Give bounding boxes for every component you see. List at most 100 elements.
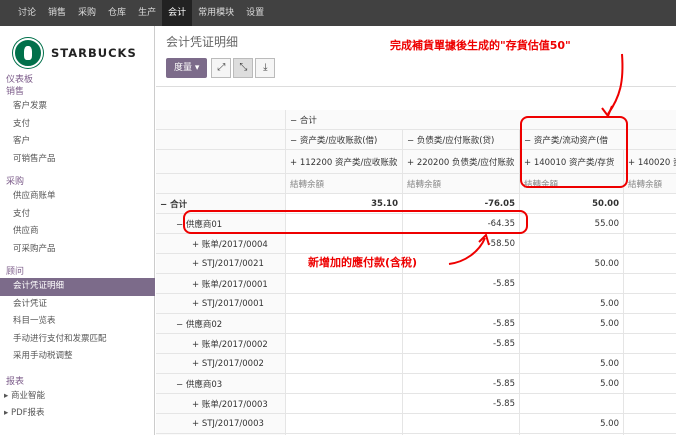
sidebar-reports-title: 报表 bbox=[6, 377, 25, 387]
pivot-row-label[interactable]: + STJ/2017/0002 bbox=[156, 354, 285, 373]
pivot-corner bbox=[156, 130, 285, 149]
pivot-value-cell bbox=[285, 314, 402, 333]
pivot-value-cell bbox=[285, 274, 402, 293]
pivot-value-cell bbox=[623, 294, 676, 313]
pivot-value-cell bbox=[623, 194, 676, 213]
sidebar-section: 销售 客户发票 支付 客户 可销售产品 bbox=[0, 87, 155, 168]
annotation-arrow-top bbox=[601, 53, 624, 119]
brand-name: STARBUCKS bbox=[51, 46, 137, 60]
pivot-row-label[interactable]: + STJ/2017/0003 bbox=[156, 414, 285, 433]
topnav-item[interactable]: 采购 bbox=[72, 0, 102, 26]
sidebar-section-title: 采购 bbox=[6, 177, 25, 187]
pivot-value-cell bbox=[402, 294, 519, 313]
sidebar-item[interactable]: 支付 bbox=[0, 206, 155, 224]
sidebar-item[interactable]: 可销售产品 bbox=[0, 151, 155, 169]
sidebar: STARBUCKS 仪表板 销售 客户发票 支付 客户 可销售产品 采购 供应商账单 支付 供应商… bbox=[0, 26, 155, 435]
pivot-value-cell: 5.00 bbox=[519, 314, 623, 333]
pivot-row: + 账单/2017/0001 -5.85 bbox=[156, 274, 676, 294]
pivot-header-measure: 結轉余額 bbox=[623, 174, 676, 193]
pivot-row-label[interactable]: − 供應商03 bbox=[156, 374, 285, 393]
pivot-value-cell bbox=[285, 294, 402, 313]
pivot-value-cell bbox=[519, 234, 623, 253]
pivot-corner bbox=[156, 110, 285, 129]
pivot-value-cell: -5.85 bbox=[402, 394, 519, 413]
measure-button[interactable]: 度量 ▾ bbox=[166, 58, 208, 78]
pivot-value-cell: 50.00 bbox=[519, 254, 623, 273]
pivot-header-measure: 結轉余額 bbox=[402, 174, 519, 193]
sidebar-section-title: 销售 bbox=[6, 87, 25, 97]
pivot-value-cell bbox=[623, 314, 676, 333]
sidebar-dashboard[interactable]: 仪表板 bbox=[0, 75, 155, 86]
topnav-item[interactable]: 仓库 bbox=[102, 0, 132, 26]
sidebar-item[interactable]: 科目一览表 bbox=[0, 313, 155, 331]
pivot-value-cell bbox=[623, 214, 676, 233]
pivot-row-label[interactable]: + STJ/2017/0001 bbox=[156, 294, 285, 313]
sidebar-item[interactable]: 客户发票 bbox=[0, 98, 155, 116]
sidebar-section: 仪表板 bbox=[0, 75, 155, 86]
collapse-icon[interactable]: ⤡ bbox=[233, 58, 254, 78]
pivot-row-label[interactable]: + 账单/2017/0002 bbox=[156, 334, 285, 353]
pivot-value-cell: -5.85 bbox=[402, 334, 519, 353]
sidebar-item[interactable]: 客户 bbox=[0, 133, 155, 151]
pivot-row: − 供應商02 -5.85 5.00 bbox=[156, 314, 676, 334]
sidebar-item[interactable]: 供应商 bbox=[0, 223, 155, 241]
pivot-value-cell bbox=[623, 254, 676, 273]
annotation-arrow-bottom bbox=[448, 233, 490, 265]
pivot-row-label[interactable]: + STJ/2017/0021 bbox=[156, 254, 285, 273]
topnav-item[interactable]: 销售 bbox=[42, 0, 72, 26]
pivot-corner bbox=[156, 174, 285, 193]
pivot-value-cell bbox=[519, 334, 623, 353]
pivot-value-cell bbox=[285, 374, 402, 393]
download-icon[interactable]: ⤓ bbox=[255, 58, 276, 78]
pivot-row: + STJ/2017/0003 5.00 bbox=[156, 414, 676, 434]
pivot-header-group[interactable]: − 资产类/应收账款(借) bbox=[285, 130, 402, 149]
topnav-item[interactable]: 会计 bbox=[162, 0, 193, 26]
pivot-row-label[interactable]: + 账单/2017/0001 bbox=[156, 274, 285, 293]
caret-right-icon: ▸ bbox=[4, 391, 11, 401]
pivot-value-cell bbox=[623, 414, 676, 433]
pivot-value-cell bbox=[402, 354, 519, 373]
pivot-row-label[interactable]: + 账单/2017/0004 bbox=[156, 234, 285, 253]
pivot-row: + 账单/2017/0003 -5.85 bbox=[156, 394, 676, 414]
sidebar-item[interactable]: 会计凭证 bbox=[0, 296, 155, 314]
pivot-row-label[interactable]: − 供應商02 bbox=[156, 314, 285, 333]
pivot-header-account[interactable]: + 112200 资产类/应收账款 bbox=[285, 150, 402, 173]
pivot-value-cell: -5.85 bbox=[402, 314, 519, 333]
sidebar-report-label: PDF报表 bbox=[10, 408, 45, 418]
sidebar-item[interactable]: 可采购产品 bbox=[0, 241, 155, 259]
sidebar-item[interactable]: 采用手动税调整 bbox=[0, 348, 155, 366]
pivot-header-account[interactable]: + 140020 资 bbox=[623, 150, 676, 173]
pivot-value-cell bbox=[285, 234, 402, 253]
pivot-header-account[interactable]: + 220200 负债类/应付账款 bbox=[402, 150, 519, 173]
pivot-value-cell bbox=[623, 274, 676, 293]
sidebar-report-label: 商业智能 bbox=[10, 391, 45, 401]
topnav-item[interactable]: 生产 bbox=[132, 0, 162, 26]
pivot-value-cell bbox=[623, 394, 676, 413]
pivot-header-group[interactable]: − 负债类/应付账款(贷) bbox=[402, 130, 519, 149]
pivot-corner bbox=[156, 150, 285, 173]
pivot-value-cell bbox=[519, 274, 623, 293]
sidebar-report-item[interactable]: ▸ PDF报表 bbox=[0, 405, 155, 422]
pivot-header-measure: 結轉余額 bbox=[285, 174, 402, 193]
sidebar-report-item[interactable]: ▸ 商业智能 bbox=[0, 388, 155, 405]
topnav-item[interactable]: 讨论 bbox=[12, 0, 42, 26]
sidebar-item[interactable]: 会计凭证明细 bbox=[0, 278, 155, 296]
pivot-row: + STJ/2017/0002 5.00 bbox=[156, 354, 676, 374]
pivot-row: − 供應商03 -5.85 5.00 bbox=[156, 374, 676, 394]
sidebar-item[interactable]: 手动进行支付和发票匹配 bbox=[0, 331, 155, 349]
pivot-row: + STJ/2017/0001 5.00 bbox=[156, 294, 676, 314]
sidebar-item[interactable]: 供应商账单 bbox=[0, 188, 155, 206]
pivot-value-cell bbox=[402, 414, 519, 433]
pivot-row: + 账单/2017/0004 -58.50 bbox=[156, 234, 676, 254]
topnav-item[interactable]: 常用模块 bbox=[192, 0, 240, 26]
pivot-value-cell bbox=[623, 374, 676, 393]
expand-icon[interactable]: ⤢ bbox=[211, 58, 232, 78]
sidebar-section: 报表 ▸ 商业智能 ▸ PDF报表 bbox=[0, 377, 155, 422]
sidebar-item[interactable]: 支付 bbox=[0, 116, 155, 134]
pivot-row-label[interactable]: + 账单/2017/0003 bbox=[156, 394, 285, 413]
pivot-row: + 账单/2017/0002 -5.85 bbox=[156, 334, 676, 354]
pivot-value-cell: -5.85 bbox=[402, 274, 519, 293]
topnav-item[interactable]: 设置 bbox=[240, 0, 270, 26]
brand-logo[interactable]: STARBUCKS bbox=[13, 38, 137, 68]
sidebar-section: 采购 供应商账单 支付 供应商 可采购产品 bbox=[0, 177, 155, 258]
